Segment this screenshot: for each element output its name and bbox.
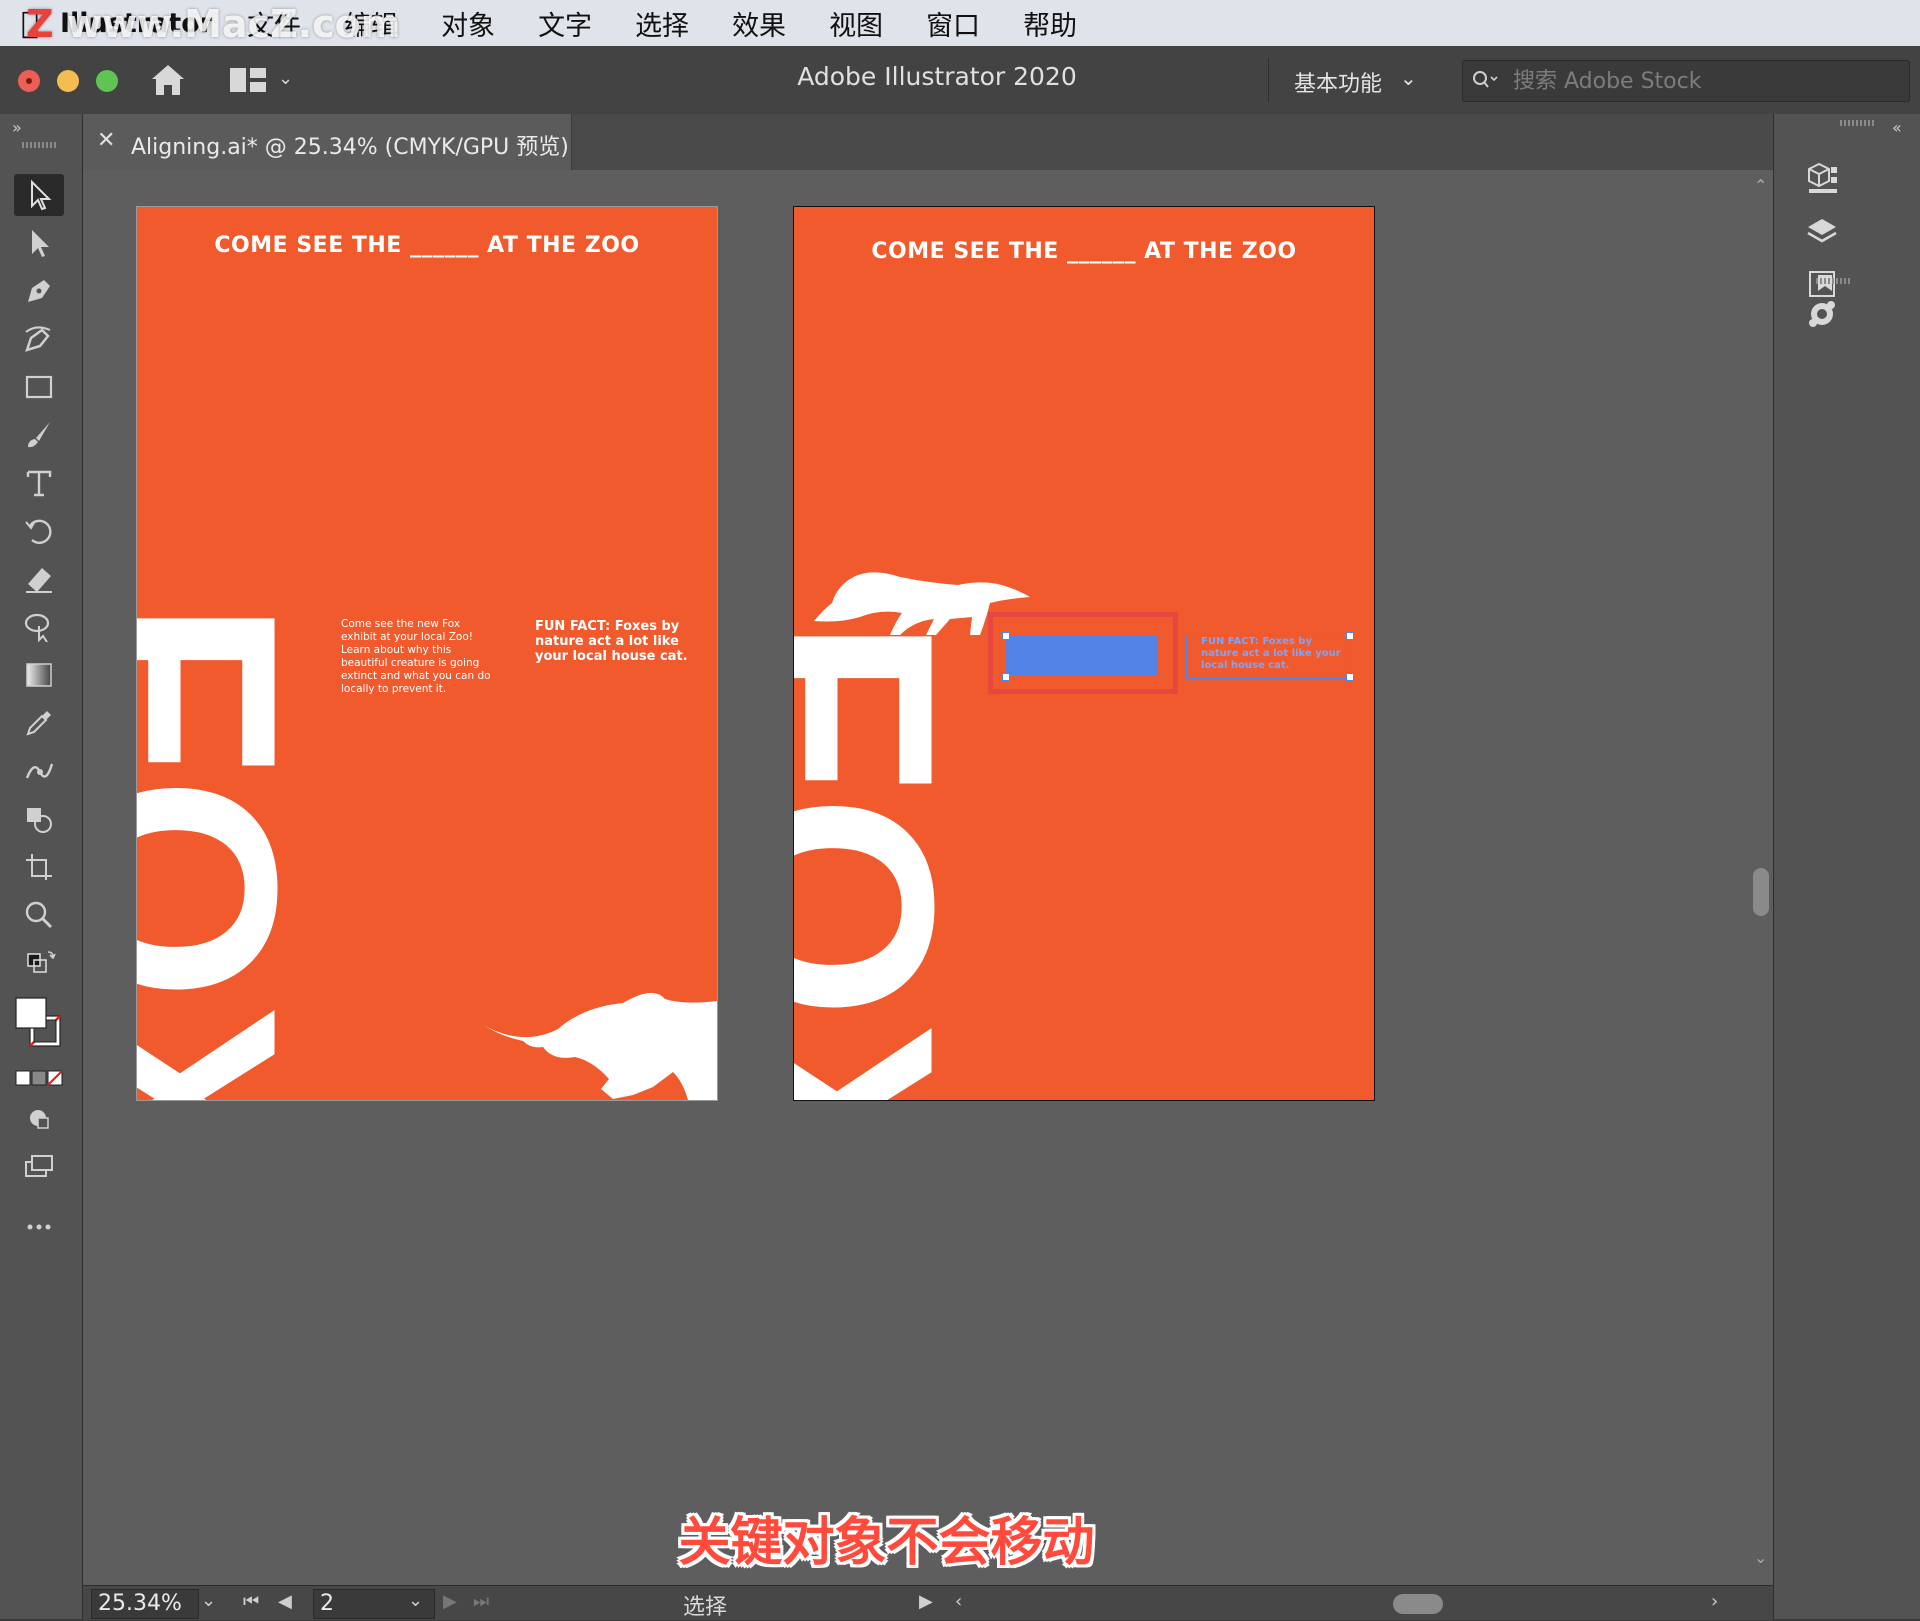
scroll-right-icon[interactable]: › bbox=[1711, 1591, 1718, 1612]
document-tab-label: Aligning.ai* @ 25.34% (CMYK/GPU 预览) bbox=[131, 135, 569, 160]
menu-help[interactable]: 帮助 bbox=[1023, 4, 1077, 43]
panel-grip[interactable] bbox=[1840, 120, 1876, 126]
selection-handle[interactable] bbox=[1346, 673, 1354, 681]
layers-icon[interactable] bbox=[1794, 208, 1850, 256]
chevron-down-icon[interactable]: ⌄ bbox=[201, 1590, 216, 1611]
libraries-icon[interactable] bbox=[1794, 154, 1850, 202]
panel-dock: « bbox=[1773, 114, 1920, 1619]
selection-handle[interactable] bbox=[1346, 632, 1354, 640]
collapse-panel-icon[interactable]: » bbox=[12, 118, 22, 137]
fun-fact-text: FUN FACT: Foxes by nature act a lot like… bbox=[1201, 636, 1341, 671]
pen-tool-icon[interactable] bbox=[14, 270, 64, 312]
type-tool-icon[interactable] bbox=[14, 462, 64, 504]
canvas[interactable]: COME SEE THE ______ AT THE ZOO FOX Come … bbox=[83, 170, 1750, 1585]
panel-grip[interactable] bbox=[22, 142, 58, 148]
first-artboard-icon[interactable]: ⏮ bbox=[243, 1591, 259, 1612]
workspace-switcher[interactable]: 基本功能 bbox=[1294, 66, 1382, 98]
menu-type[interactable]: 文字 bbox=[538, 4, 592, 43]
chevron-down-icon[interactable]: ⌄ bbox=[1400, 66, 1417, 90]
scroll-left-icon[interactable]: ‹ bbox=[955, 1591, 962, 1612]
fun-fact-text: FUN FACT: Foxes by nature act a lot like… bbox=[535, 619, 688, 664]
selected-fun-fact-box[interactable]: FUN FACT: Foxes by nature act a lot like… bbox=[1186, 635, 1352, 679]
gradient-tool-icon[interactable] bbox=[14, 654, 64, 696]
menu-view[interactable]: 视图 bbox=[829, 4, 883, 43]
body-copy-text: Come see the new Fox exhibit at your loc… bbox=[341, 618, 491, 695]
next-artboard-icon[interactable]: ▶ bbox=[443, 1591, 457, 1612]
search-icon[interactable] bbox=[1471, 68, 1499, 92]
search-input[interactable] bbox=[1511, 65, 1895, 97]
fox-big-text: FOX bbox=[136, 599, 337, 1100]
zoom-level-field[interactable]: 25.34% bbox=[91, 1589, 199, 1619]
selection-handle[interactable] bbox=[1002, 632, 1010, 640]
rectangle-tool-icon[interactable] bbox=[14, 366, 64, 408]
eraser-tool-icon[interactable] bbox=[14, 558, 64, 600]
drawing-mode-icon[interactable] bbox=[14, 1098, 64, 1140]
chevron-down-icon[interactable]: ⌄ bbox=[408, 1590, 423, 1611]
artboard-1[interactable]: COME SEE THE ______ AT THE ZOO FOX Come … bbox=[136, 206, 718, 1101]
selection-handle[interactable] bbox=[1002, 673, 1010, 681]
key-object-highlight bbox=[988, 612, 1178, 694]
horizontal-scrollbar[interactable] bbox=[1043, 1592, 1733, 1614]
zoom-tool-icon[interactable] bbox=[14, 894, 64, 936]
panel-grip[interactable] bbox=[1816, 278, 1852, 284]
more-tools-icon[interactable] bbox=[14, 1206, 64, 1248]
previous-artboard-icon[interactable]: ◀ bbox=[278, 1591, 292, 1612]
menu-object[interactable]: 对象 bbox=[441, 4, 495, 43]
divider bbox=[1268, 58, 1269, 102]
fill-stroke-swatch[interactable] bbox=[14, 992, 64, 1056]
title-bar: ⌄ Adobe Illustrator 2020 基本功能 ⌄ bbox=[0, 46, 1920, 115]
collapse-panel-icon[interactable]: « bbox=[1892, 118, 1902, 137]
lasso-tool-icon[interactable] bbox=[14, 606, 64, 648]
tools-panel: » bbox=[0, 114, 83, 1619]
document-tab-bar: ✕ Aligning.ai* @ 25.34% (CMYK/GPU 预览) bbox=[83, 114, 1773, 170]
curvature-tool-icon[interactable] bbox=[14, 318, 64, 360]
fox-big-text: FOX bbox=[793, 617, 994, 1100]
paintbrush-tool-icon[interactable] bbox=[14, 414, 64, 456]
default-fill-stroke-icon[interactable] bbox=[14, 944, 64, 986]
artboard-headline: COME SEE THE ______ AT THE ZOO bbox=[871, 239, 1297, 264]
selection-tool-icon[interactable] bbox=[14, 174, 64, 216]
artboard-headline: COME SEE THE ______ AT THE ZOO bbox=[214, 233, 640, 258]
direct-selection-tool-icon[interactable] bbox=[14, 222, 64, 264]
menu-effect[interactable]: 效果 bbox=[732, 4, 786, 43]
menu-select[interactable]: 选择 bbox=[635, 4, 689, 43]
shape-builder-tool-icon[interactable] bbox=[14, 798, 64, 840]
document-tab[interactable]: ✕ Aligning.ai* @ 25.34% (CMYK/GPU 预览) bbox=[83, 114, 572, 170]
chevron-up-icon[interactable]: ⌃ bbox=[1754, 176, 1767, 195]
artboard-2[interactable]: COME SEE THE ______ AT THE ZOO FOX FUN F… bbox=[793, 206, 1375, 1101]
last-artboard-icon[interactable]: ⏭ bbox=[473, 1591, 489, 1612]
status-menu-icon[interactable]: ▶ bbox=[919, 1591, 933, 1612]
rotate-tool-icon[interactable] bbox=[14, 510, 64, 552]
fox-silhouette bbox=[483, 992, 717, 1100]
screen-mode-icon[interactable] bbox=[14, 1146, 64, 1188]
stock-search-box[interactable] bbox=[1462, 60, 1910, 102]
close-icon[interactable]: ✕ bbox=[97, 128, 115, 153]
color-mode-icon[interactable] bbox=[14, 1064, 64, 1092]
status-bar: 25.34% ⌄ ⏮ ◀ 2 ⌄ ▶ ⏭ 选择 ▶ ‹ › bbox=[83, 1585, 1773, 1620]
video-caption: 关键对象不会移动 bbox=[678, 1513, 1095, 1573]
menu-window[interactable]: 窗口 bbox=[926, 4, 980, 43]
scrollbar-thumb[interactable] bbox=[1393, 1594, 1443, 1614]
status-current-tool[interactable]: 选择 bbox=[683, 1589, 727, 1621]
scrollbar-thumb[interactable] bbox=[1753, 868, 1769, 916]
watermark: Z www.MacZ.com bbox=[26, 2, 401, 46]
artboard-tool-icon[interactable] bbox=[14, 846, 64, 888]
vertical-scrollbar[interactable]: ⌃ ⌄ bbox=[1750, 170, 1773, 1585]
color-themes-icon[interactable] bbox=[1794, 290, 1850, 338]
eyedropper-tool-icon[interactable] bbox=[14, 702, 64, 744]
puppet-warp-tool-icon[interactable] bbox=[14, 750, 64, 792]
